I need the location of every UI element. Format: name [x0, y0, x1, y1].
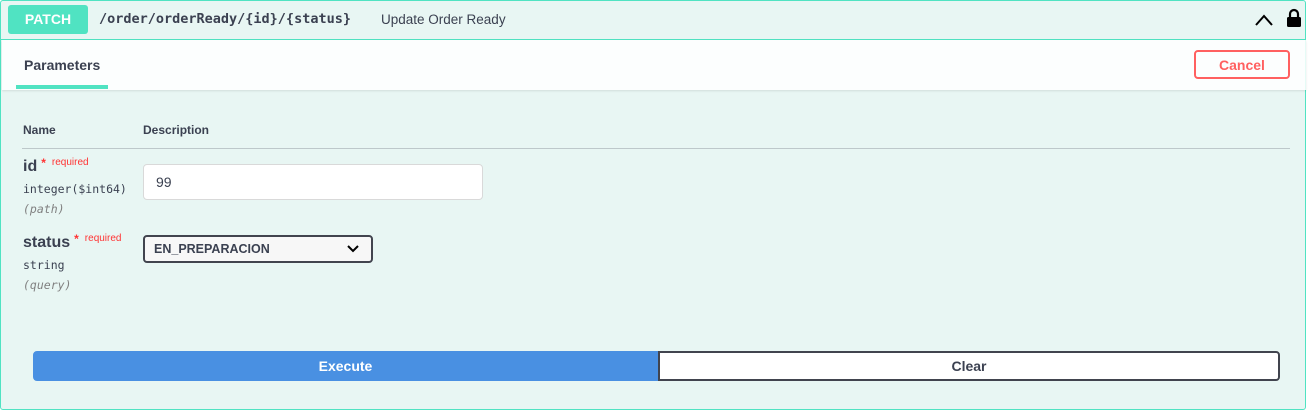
parameters-header: Parameters Cancel [2, 40, 1306, 90]
param-status-label: status [23, 234, 71, 251]
cancel-button[interactable]: Cancel [1194, 50, 1290, 79]
param-id-label: id [23, 158, 38, 175]
clear-button[interactable]: Clear [658, 351, 1280, 381]
operation-summary[interactable]: PATCH /order/orderReady/{id}/{status} Up… [1, 1, 1305, 40]
http-method-badge: PATCH [8, 5, 88, 34]
param-type-status: string [23, 258, 65, 272]
endpoint-path: /order/orderReady/{id}/{status} [99, 11, 351, 27]
tab-parameters-label: Parameters [24, 57, 101, 73]
status-select-value: EN_PREPARACION [154, 242, 270, 256]
tab-parameters[interactable]: Parameters [16, 40, 108, 89]
status-select[interactable]: EN_PREPARACION [143, 235, 373, 263]
table-header-divider [22, 148, 1290, 149]
param-location-id: (path) [23, 202, 65, 216]
column-header-name: Name [23, 123, 56, 137]
execute-button[interactable]: Execute [33, 351, 658, 381]
required-label: required [51, 157, 89, 168]
param-type-id: integer($int64) [23, 182, 127, 196]
endpoint-description: Update Order Ready [381, 12, 506, 27]
id-input[interactable] [143, 164, 483, 200]
param-location-status: (query) [23, 278, 72, 292]
required-star: * [41, 156, 46, 170]
param-name-id: id * required [23, 156, 89, 176]
lock-icon[interactable] [1286, 8, 1302, 28]
required-star: * [74, 232, 79, 246]
required-label: required [84, 233, 122, 244]
column-header-description: Description [143, 123, 210, 137]
chevron-down-icon [347, 245, 359, 253]
param-name-status: status * required [23, 232, 122, 252]
operation-block: PATCH /order/orderReady/{id}/{status} Up… [0, 0, 1306, 410]
chevron-up-icon[interactable] [1254, 11, 1274, 29]
